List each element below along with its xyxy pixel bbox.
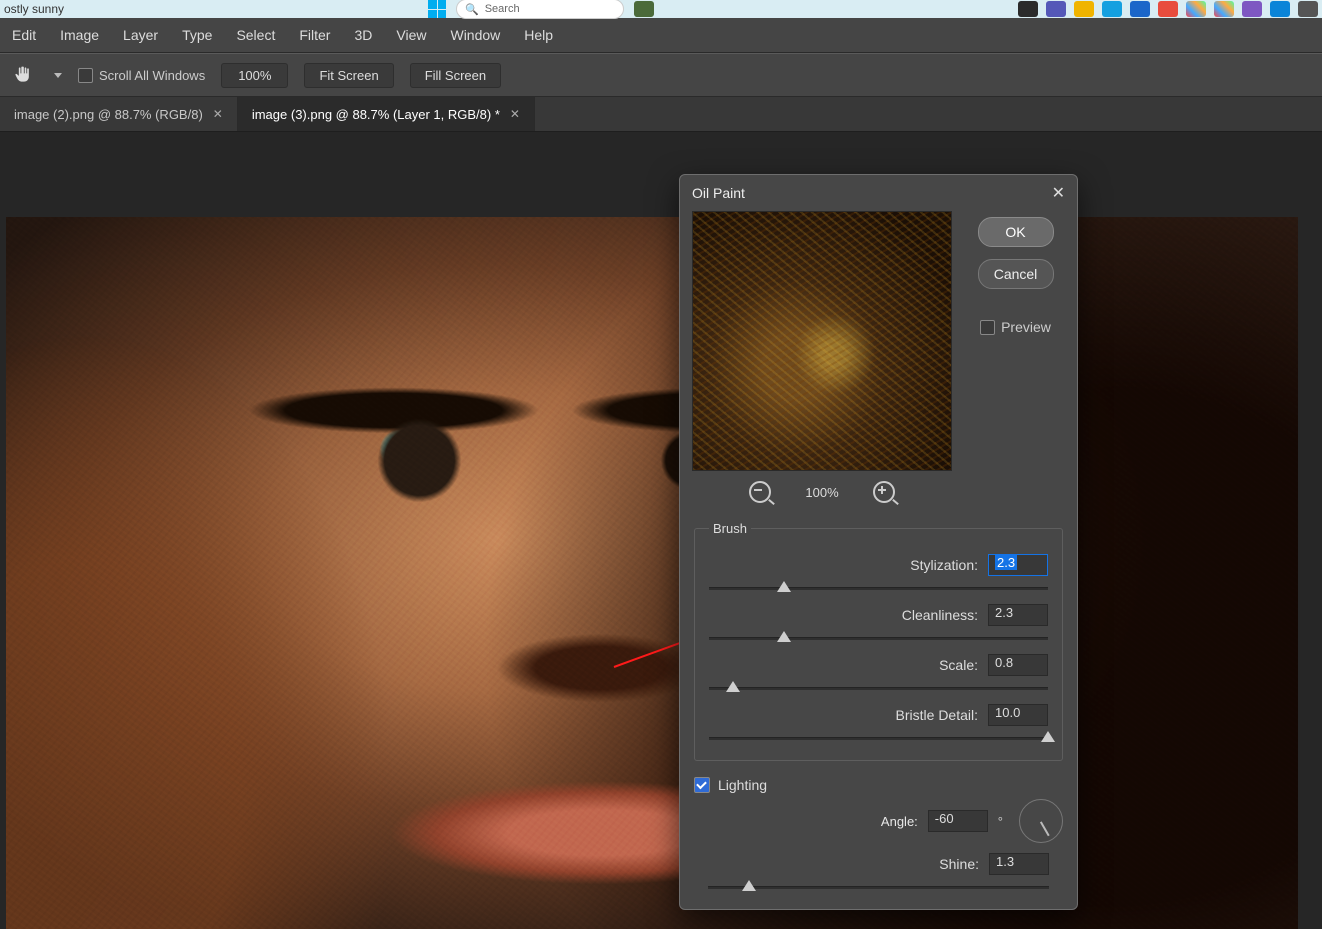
bristle-detail-slider[interactable] <box>709 730 1048 746</box>
dialog-title: Oil Paint <box>692 185 745 201</box>
fill-screen-button[interactable]: Fill Screen <box>410 63 501 88</box>
angle-label: Angle: <box>881 814 918 829</box>
slider-thumb-icon[interactable] <box>726 681 740 692</box>
search-icon: 🔍 <box>465 3 479 16</box>
hand-tool-icon[interactable] <box>12 64 34 86</box>
shine-label: Shine: <box>939 856 979 872</box>
os-search-placeholder: Search <box>485 3 520 15</box>
filter-preview-image[interactable] <box>692 211 952 471</box>
close-icon[interactable]: ✕ <box>510 107 520 121</box>
menu-layer[interactable]: Layer <box>123 27 158 43</box>
scale-slider[interactable] <box>709 680 1048 696</box>
document-tab[interactable]: image (2).png @ 88.7% (RGB/8) ✕ <box>0 97 238 131</box>
slider-thumb-icon[interactable] <box>777 631 791 642</box>
lighting-label: Lighting <box>718 777 767 793</box>
tray-icon[interactable] <box>1102 1 1122 17</box>
tray-icon[interactable] <box>1074 1 1094 17</box>
tray-icon[interactable] <box>1130 1 1150 17</box>
cleanliness-slider[interactable] <box>709 630 1048 646</box>
brush-group: Brush Stylization: 2.3 Cleanliness: 2.3 … <box>694 521 1063 761</box>
cleanliness-input[interactable]: 2.3 <box>988 604 1048 626</box>
tray-icon[interactable] <box>1270 1 1290 17</box>
tray-icon[interactable] <box>1018 1 1038 17</box>
stylization-input[interactable]: 2.3 <box>988 554 1048 576</box>
os-taskbar: ostly sunny 🔍 Search <box>0 0 1322 18</box>
angle-input[interactable]: -60 <box>928 810 988 832</box>
fit-screen-button[interactable]: Fit Screen <box>304 63 393 88</box>
zoom-out-icon[interactable] <box>749 481 771 503</box>
tray-icon[interactable] <box>1242 1 1262 17</box>
slider-thumb-icon[interactable] <box>742 880 756 891</box>
checkbox-checked-icon <box>694 777 710 793</box>
scale-input[interactable]: 0.8 <box>988 654 1048 676</box>
tray-icon[interactable] <box>1214 1 1234 17</box>
zoom-level-box[interactable]: 100% <box>221 63 288 88</box>
close-icon[interactable]: ✕ <box>213 107 223 121</box>
menu-edit[interactable]: Edit <box>12 27 36 43</box>
preview-checkbox-label: Preview <box>1001 319 1051 335</box>
tray-icon[interactable] <box>1186 1 1206 17</box>
document-tabs: image (2).png @ 88.7% (RGB/8) ✕ image (3… <box>0 97 1322 132</box>
checkbox-icon <box>78 68 93 83</box>
scroll-all-windows-label: Scroll All Windows <box>99 68 205 83</box>
menu-type[interactable]: Type <box>182 27 212 43</box>
close-icon[interactable]: ✕ <box>1052 183 1065 203</box>
os-search-box[interactable]: 🔍 Search <box>456 0 624 19</box>
tray-icon[interactable] <box>634 1 654 17</box>
menu-filter[interactable]: Filter <box>299 27 330 43</box>
lighting-checkbox[interactable]: Lighting <box>694 777 1077 793</box>
canvas-image[interactable] <box>6 217 1298 929</box>
bristle-detail-label: Bristle Detail: <box>896 707 978 723</box>
tray-icon[interactable] <box>1046 1 1066 17</box>
checkbox-icon <box>980 320 995 335</box>
zoom-in-icon[interactable] <box>873 481 895 503</box>
dialog-titlebar[interactable]: Oil Paint ✕ <box>680 175 1077 211</box>
stylization-label: Stylization: <box>910 557 978 573</box>
taskbar-center: 🔍 Search <box>428 0 654 19</box>
document-tab[interactable]: image (3).png @ 88.7% (Layer 1, RGB/8) *… <box>238 97 535 131</box>
menu-image[interactable]: Image <box>60 27 99 43</box>
shine-slider[interactable] <box>708 879 1049 895</box>
scroll-all-windows-checkbox[interactable]: Scroll All Windows <box>78 68 205 83</box>
oil-paint-dialog: Oil Paint ✕ 100% OK Cancel Preview <box>679 174 1078 910</box>
scale-label: Scale: <box>939 657 978 673</box>
workspace: Oil Paint ✕ 100% OK Cancel Preview <box>0 132 1322 929</box>
windows-start-icon[interactable] <box>428 0 446 18</box>
stylization-slider[interactable] <box>709 580 1048 596</box>
slider-thumb-icon[interactable] <box>1041 731 1055 742</box>
ok-button[interactable]: OK <box>978 217 1054 247</box>
cancel-button[interactable]: Cancel <box>978 259 1054 289</box>
options-bar: Scroll All Windows 100% Fit Screen Fill … <box>0 53 1322 97</box>
menu-help[interactable]: Help <box>524 27 553 43</box>
app-menubar: Edit Image Layer Type Select Filter 3D V… <box>0 18 1322 53</box>
weather-text: ostly sunny <box>4 2 64 16</box>
menu-select[interactable]: Select <box>236 27 275 43</box>
preview-zoom-level: 100% <box>805 485 838 500</box>
menu-view[interactable]: View <box>396 27 426 43</box>
brush-group-legend: Brush <box>709 521 751 536</box>
preview-checkbox[interactable]: Preview <box>980 319 1051 335</box>
cleanliness-label: Cleanliness: <box>902 607 978 623</box>
degree-symbol: ° <box>998 814 1003 829</box>
menu-3d[interactable]: 3D <box>354 27 372 43</box>
system-tray <box>1018 1 1318 17</box>
slider-thumb-icon[interactable] <box>777 581 791 592</box>
shine-input[interactable]: 1.3 <box>989 853 1049 875</box>
bristle-detail-input[interactable]: 10.0 <box>988 704 1048 726</box>
angle-dial[interactable] <box>1019 799 1063 843</box>
document-tab-label: image (2).png @ 88.7% (RGB/8) <box>14 107 203 122</box>
menu-window[interactable]: Window <box>450 27 500 43</box>
tray-icon[interactable] <box>1298 1 1318 17</box>
document-tab-label: image (3).png @ 88.7% (Layer 1, RGB/8) * <box>252 107 500 122</box>
tool-preset-dropdown-icon[interactable] <box>54 73 62 78</box>
tray-icon[interactable] <box>1158 1 1178 17</box>
